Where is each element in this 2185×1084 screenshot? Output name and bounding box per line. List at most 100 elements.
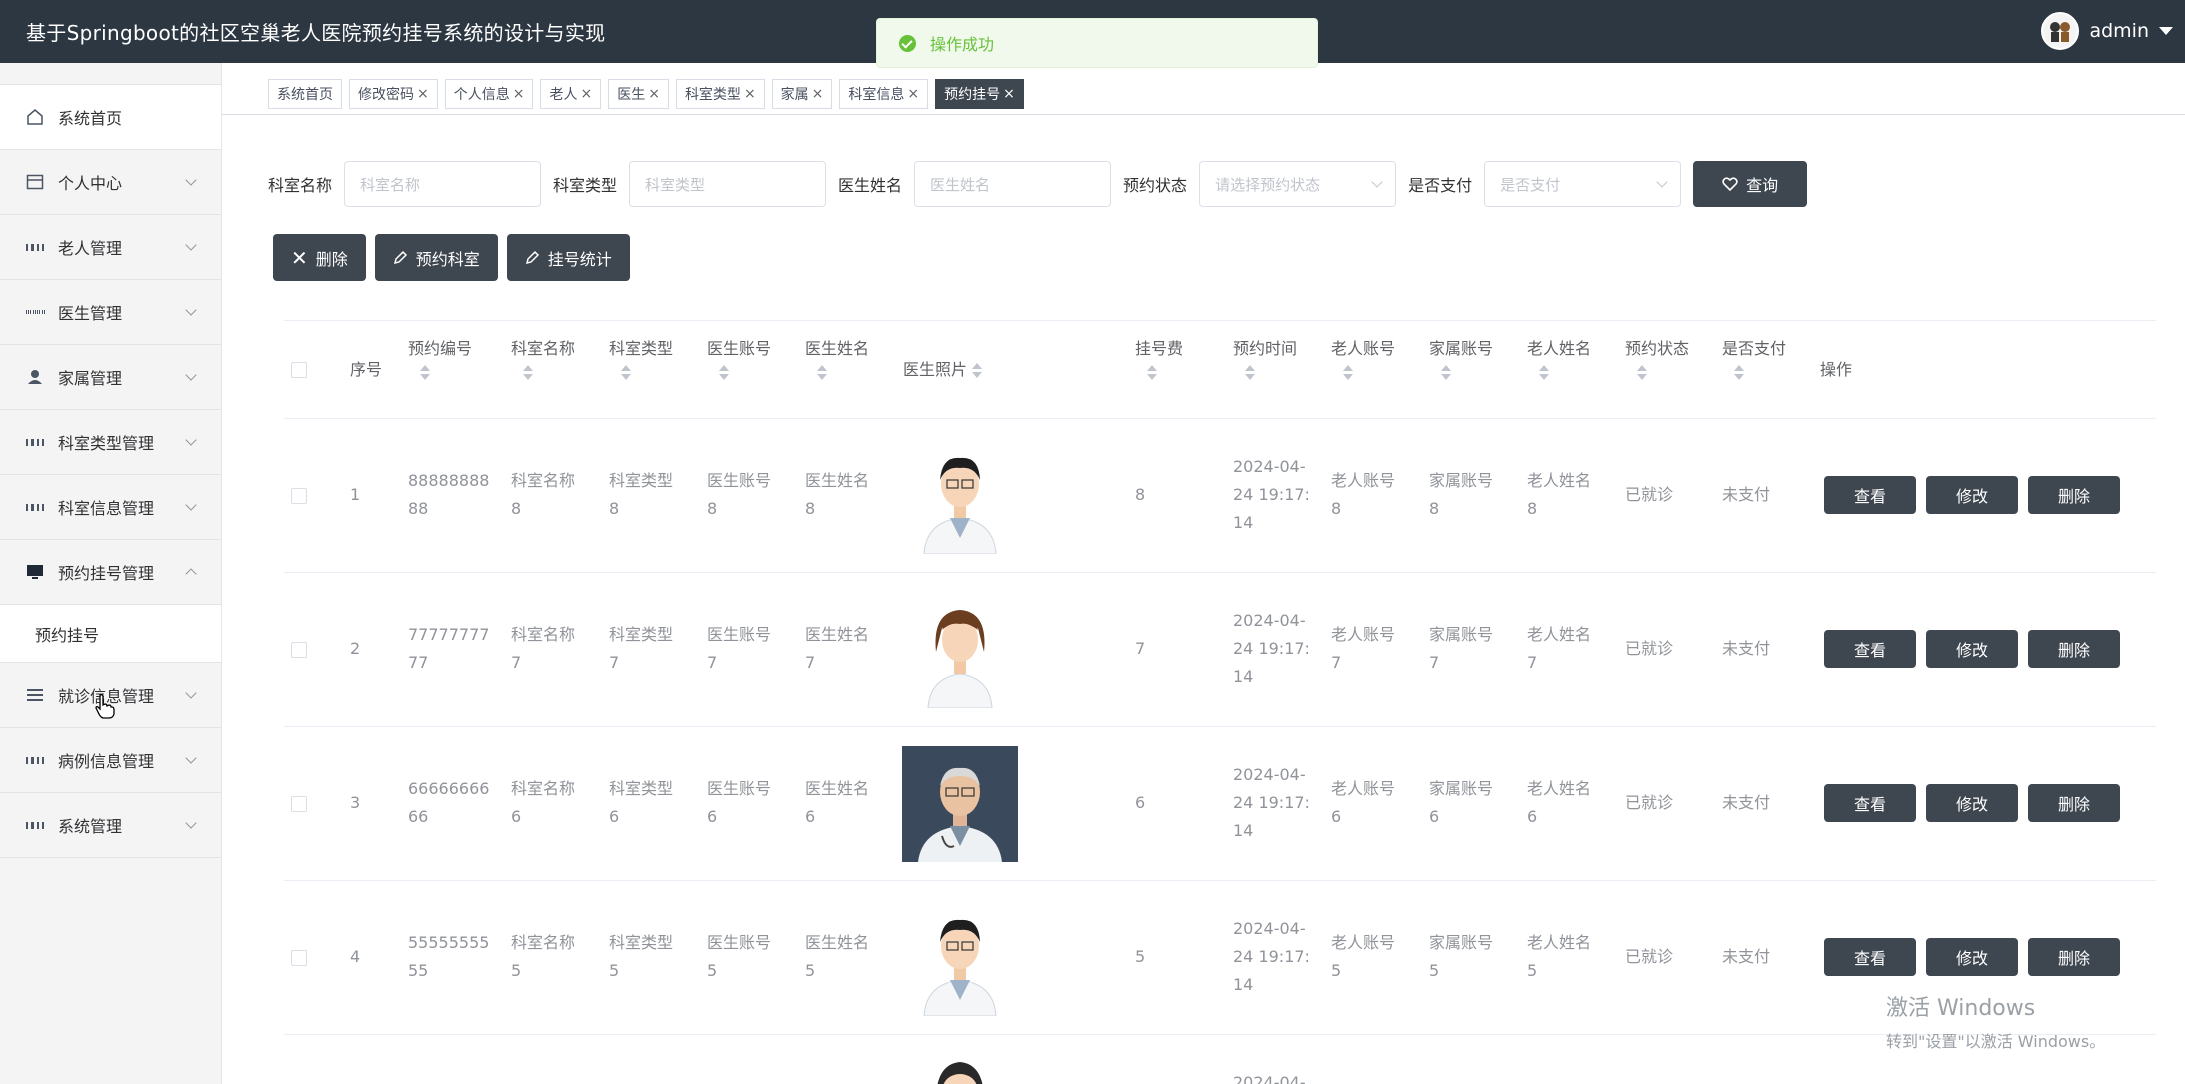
dept-type-input[interactable]: 科室类型 [629,161,827,207]
close-icon[interactable]: × [1003,86,1015,102]
sort-icon[interactable] [1147,365,1157,381]
doctor-name-label: 医生姓名 [838,176,903,195]
sort-icon[interactable] [621,365,631,381]
tag-family[interactable]: 家属 × [771,79,833,109]
tag-appointment[interactable]: 预约挂号 × [935,79,1024,109]
view-button[interactable]: 查看 [1824,476,1916,514]
select-all-checkbox[interactable] [291,362,307,378]
caret-down-icon[interactable] [2159,27,2173,35]
status-placeholder: 请选择预约状态 [1215,175,1321,194]
close-icon[interactable]: × [907,86,919,102]
user-name[interactable]: admin [2089,20,2149,42]
view-button[interactable]: 查看 [1824,938,1916,976]
sidebar-item-dept-info[interactable]: 科室信息管理 [0,475,221,540]
close-icon[interactable]: × [513,86,525,102]
user-menu[interactable]: admin [2041,12,2173,50]
status-select[interactable]: 请选择预约状态 [1199,161,1397,207]
row-checkbox[interactable] [291,642,307,658]
row-checkbox[interactable] [291,796,307,812]
close-icon[interactable]: × [580,86,592,102]
doctor-photo[interactable] [902,746,1018,862]
sort-icon[interactable] [523,365,533,381]
close-icon[interactable]: × [812,86,824,102]
delete-button[interactable]: 删除 [2028,630,2120,668]
col-index: 序号 [350,360,383,379]
delete-button[interactable]: 删除 [2028,476,2120,514]
sort-icon[interactable] [719,365,729,381]
sort-icon[interactable] [817,365,827,381]
close-icon[interactable]: × [417,86,429,102]
tag-label: 修改密码 [358,87,414,103]
sidebar-item-home[interactable]: 系统首页 [0,84,221,150]
col-dept-name[interactable]: 科室名称 [511,335,575,381]
sidebar-item-appointment[interactable]: 预约挂号管理 [0,540,221,605]
sort-icon[interactable] [972,362,983,379]
sort-icon[interactable] [1343,365,1353,381]
col-fee[interactable]: 挂号费 [1135,335,1183,381]
sidebar-item-elderly[interactable]: 老人管理 [0,215,221,280]
col-doctor-photo[interactable]: 医生照片 [903,356,983,384]
dept-name-input[interactable]: 科室名称 [344,161,542,207]
tag-profile[interactable]: 个人信息 × [444,79,534,109]
view-button[interactable]: 查看 [1824,630,1916,668]
sort-icon[interactable] [1539,365,1549,381]
row-checkbox[interactable] [291,488,307,504]
sidebar-item-doctor[interactable]: 医生管理 [0,280,221,345]
sidebar-item-dept-type[interactable]: 科室类型管理 [0,410,221,475]
avatar[interactable] [2041,12,2080,50]
stats-button[interactable]: 挂号统计 [506,234,630,281]
edit-button[interactable]: 修改 [1926,784,2018,822]
edit-button[interactable]: 修改 [1926,630,2018,668]
sort-icon[interactable] [1441,365,1451,381]
col-status[interactable]: 预约状态 [1625,335,1689,381]
sidebar-item-family[interactable]: 家属管理 [0,345,221,410]
col-elderly-account[interactable]: 老人账号 [1331,335,1395,381]
avatar-image-icon [2050,22,2071,42]
delete-button[interactable]: 删除 [2028,784,2120,822]
tag-home[interactable]: 系统首页 [268,79,342,109]
view-button[interactable]: 查看 [1824,784,1916,822]
sidebar-item-label: 科室信息管理 [58,499,155,518]
query-button[interactable]: 查询 [1693,161,1808,207]
chevron-down-icon [185,434,197,446]
col-label: 科室类型 [609,339,674,358]
edit-button[interactable]: 修改 [1926,938,2018,976]
col-elderly-name[interactable]: 老人姓名 [1527,335,1591,381]
sidebar-item-personal[interactable]: 个人中心 [0,150,221,215]
col-dept-type[interactable]: 科室类型 [609,335,673,381]
tag-doctor[interactable]: 医生 × [608,79,669,109]
col-doctor-name[interactable]: 医生姓名 [805,335,869,381]
cell-dept-type: 科室类型 5 [609,933,674,980]
sidebar-item-system[interactable]: 系统管理 [0,793,221,858]
tag-elderly[interactable]: 老人 × [540,79,602,109]
doctor-name-input[interactable]: 医生姓名 [914,161,1112,207]
doctor-photo[interactable] [902,1054,1018,1084]
doctor-photo[interactable] [902,900,1018,1016]
col-booking-no[interactable]: 预约编号 [408,335,472,381]
sort-icon[interactable] [1637,365,1647,381]
paid-select[interactable]: 是否支付 [1484,161,1682,207]
close-icon[interactable]: × [648,86,660,102]
sort-icon[interactable] [1245,365,1255,381]
doctor-photo[interactable] [902,438,1018,554]
sidebar-item-case[interactable]: 病例信息管理 [0,728,221,793]
tag-dept-type[interactable]: 科室类型 × [675,79,765,109]
edit-button[interactable]: 修改 [1926,476,2018,514]
col-time[interactable]: 预约时间 [1233,335,1297,381]
col-paid[interactable]: 是否支付 [1722,335,1786,381]
delete-button[interactable]: 删除 [2028,938,2120,976]
row-checkbox[interactable] [291,950,307,966]
col-doctor-account[interactable]: 医生账号 [707,335,771,381]
grid9-icon [26,303,44,321]
sort-icon[interactable] [420,365,430,381]
sort-icon[interactable] [1734,365,1744,381]
batch-delete-button[interactable]: ✕ 删除 [273,234,366,281]
doctor-photo[interactable] [902,592,1018,708]
tag-dept-info[interactable]: 科室信息 × [839,79,929,109]
tag-password[interactable]: 修改密码 × [349,79,438,109]
close-icon[interactable]: × [744,86,756,102]
cell-doctor-name: 医生姓名 8 [805,471,870,518]
book-dept-button[interactable]: 预约科室 [374,234,498,281]
submenu-item-appointment[interactable]: 预约挂号 [0,605,221,663]
col-family-account[interactable]: 家属账号 [1429,335,1493,381]
